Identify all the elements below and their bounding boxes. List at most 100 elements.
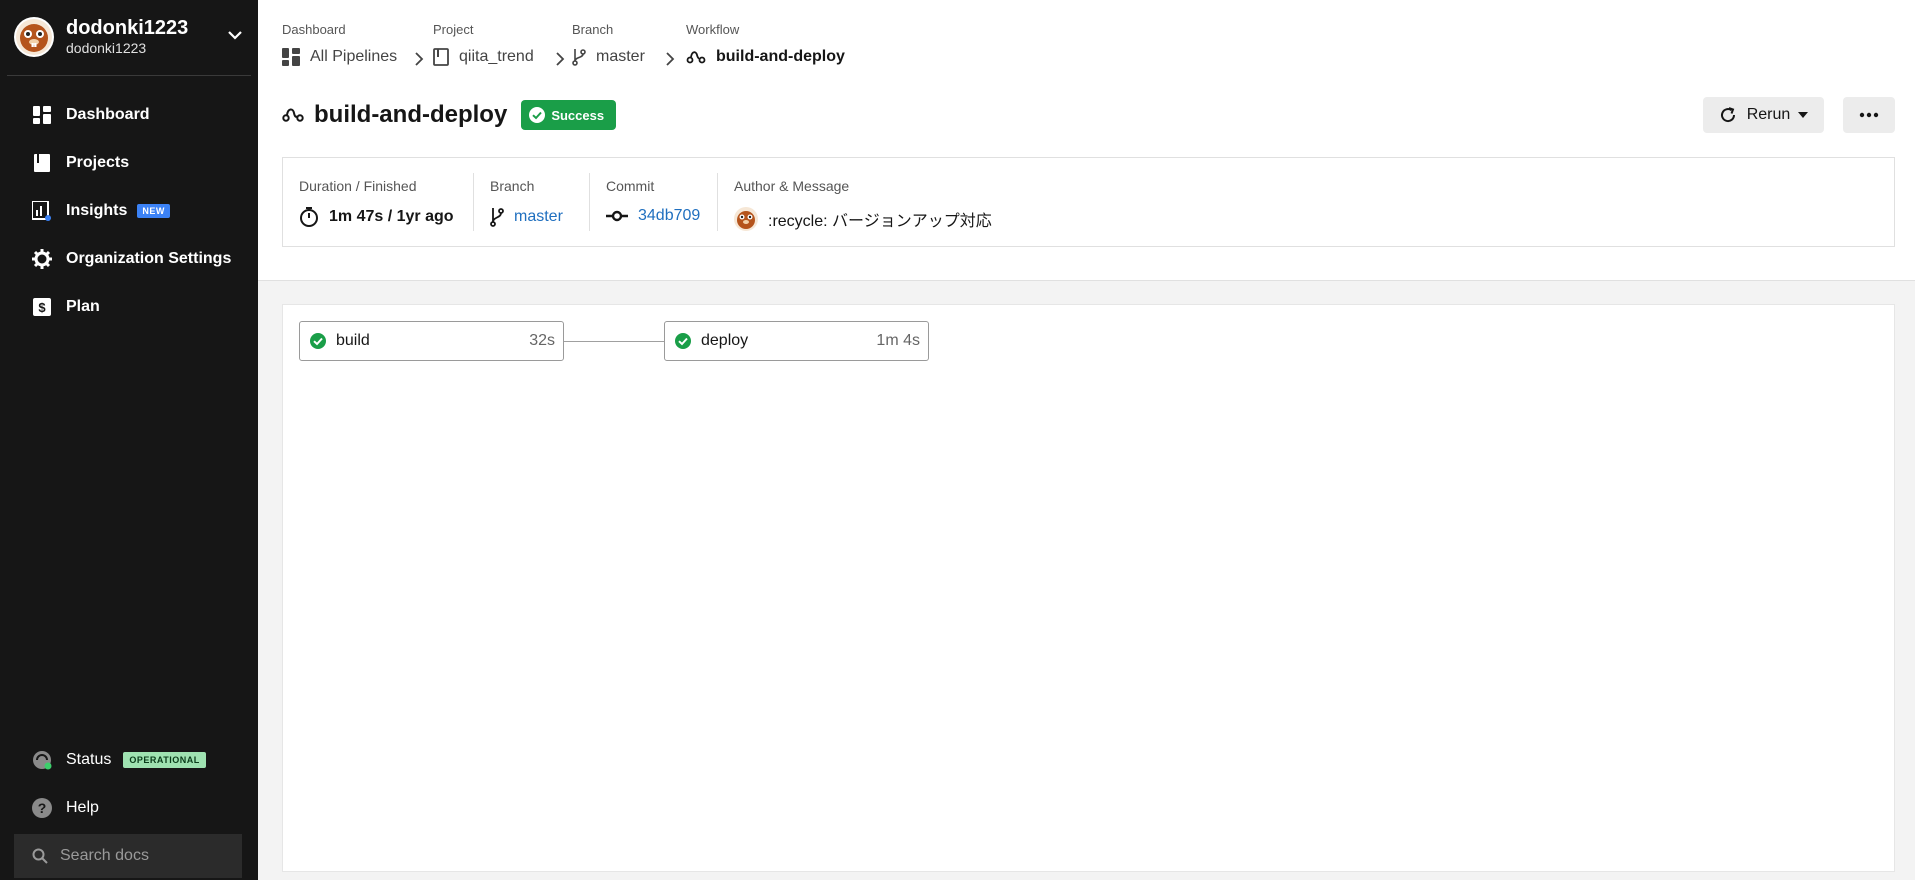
header-divider: [258, 280, 1915, 281]
info-label: Branch: [490, 178, 535, 194]
job-duration: 32s: [529, 332, 555, 349]
title-row: build-and-deploy Success: [282, 100, 617, 130]
info-duration-value: 1m 47s / 1yr ago: [299, 207, 454, 227]
info-label: Author & Message: [734, 178, 850, 194]
breadcrumb-current-workflow: build-and-deploy: [686, 48, 845, 66]
workflow-info-bar: Duration / Finished 1m 47s / 1yr ago Bra…: [282, 157, 1895, 247]
chevron-right-icon: [413, 52, 425, 66]
caret-down-icon: [1798, 112, 1809, 118]
dollar-icon: $: [32, 297, 52, 317]
project-icon: [433, 48, 449, 66]
job-node-build[interactable]: build 32s: [299, 321, 564, 361]
info-label: Duration / Finished: [299, 178, 417, 194]
sidebar-item-organization-settings[interactable]: Organization Settings: [0, 235, 258, 283]
sidebar-item-label: Dashboard: [66, 106, 150, 123]
projects-icon: [32, 153, 52, 173]
ellipsis-icon: [1859, 112, 1879, 118]
commit-link[interactable]: 34db709: [638, 207, 700, 225]
info-commit: Commit 34db709: [589, 173, 700, 231]
gear-icon: [32, 249, 52, 269]
breadcrumb-label: Workflow: [686, 22, 740, 37]
org-name: dodonki1223: [66, 17, 189, 39]
org-switcher[interactable]: dodonki1223 dodonki1223: [14, 16, 244, 58]
sidebar-item-label: Organization Settings: [66, 250, 232, 267]
branch-icon: [572, 48, 586, 66]
search-placeholder: Search docs: [60, 847, 149, 864]
job-connector: [564, 341, 665, 342]
sidebar-item-label: Help: [66, 799, 99, 816]
info-label: Commit: [606, 178, 655, 194]
breadcrumb-link-project[interactable]: qiita_trend: [433, 48, 534, 66]
status-icon: [32, 750, 52, 770]
duration-text: 1m 47s / 1yr ago: [329, 208, 454, 225]
breadcrumb-link-branch[interactable]: master: [572, 48, 645, 66]
status-text: Success: [551, 107, 605, 123]
sidebar-item-help[interactable]: ? Help: [0, 784, 258, 832]
info-duration: Duration / Finished 1m 47s / 1yr ago: [283, 158, 454, 246]
sidebar-item-label: Plan: [66, 298, 100, 315]
check-circle-icon: [310, 333, 326, 349]
svg-text:?: ?: [38, 800, 47, 816]
dashboard-icon: [32, 105, 52, 125]
operational-badge: OPERATIONAL: [123, 752, 206, 768]
new-badge: NEW: [137, 204, 170, 218]
breadcrumb-label: Branch: [572, 22, 614, 37]
sidebar-bottom: Status OPERATIONAL ? Help: [0, 736, 258, 832]
info-author: Author & Message :recycle: バージョンアップ対応: [717, 173, 992, 231]
workflow-graph: build 32s deploy 1m 4s: [282, 304, 1895, 872]
sidebar-nav: Dashboard Projects Insights NEW Organiza…: [0, 91, 258, 331]
workflow-icon: [686, 49, 706, 65]
check-circle-icon: [529, 107, 546, 123]
dashboard-icon: [282, 48, 300, 66]
rerun-button[interactable]: Rerun: [1703, 97, 1824, 133]
insights-icon: [32, 201, 52, 221]
search-icon: [32, 848, 48, 864]
refresh-icon: [1719, 106, 1737, 124]
sidebar-item-label: Status: [66, 751, 112, 768]
breadcrumb-dashboard: Dashboard All Pipelines: [282, 22, 397, 66]
workflow-header: Dashboard All Pipelines Project qiita_tr…: [258, 0, 1915, 280]
sidebar-item-insights[interactable]: Insights NEW: [0, 187, 258, 235]
breadcrumb-label: Project: [433, 22, 474, 37]
workflow-icon: [282, 106, 304, 124]
breadcrumb-value: qiita_trend: [459, 48, 534, 65]
breadcrumb-label: Dashboard: [282, 22, 346, 37]
chevron-down-icon[interactable]: [226, 26, 244, 49]
sidebar-item-projects[interactable]: Projects: [0, 139, 258, 187]
author-avatar: [734, 207, 758, 231]
chevron-right-icon: [554, 52, 566, 66]
svg-text:$: $: [38, 300, 46, 315]
rerun-label: Rerun: [1746, 106, 1791, 123]
breadcrumb-workflow: Workflow build-and-deploy: [686, 22, 845, 66]
info-commit-value: 34db709: [606, 207, 700, 225]
more-options-button[interactable]: [1843, 97, 1895, 133]
job-name: build: [336, 332, 370, 349]
sidebar-item-dashboard[interactable]: Dashboard: [0, 91, 258, 139]
timer-icon: [299, 207, 319, 227]
branch-icon: [490, 207, 504, 227]
help-icon: ?: [32, 798, 52, 818]
status-badge: Success: [521, 100, 617, 130]
commit-icon: [606, 210, 628, 222]
sidebar-divider: [7, 75, 251, 76]
breadcrumb-link-all-pipelines[interactable]: All Pipelines: [282, 48, 397, 66]
breadcrumb-value: All Pipelines: [310, 48, 398, 65]
sidebar-item-status[interactable]: Status OPERATIONAL: [0, 736, 258, 784]
search-docs-input[interactable]: Search docs: [14, 834, 242, 878]
org-avatar: [14, 17, 54, 57]
breadcrumb-project: Project qiita_trend: [433, 22, 534, 66]
breadcrumb-value: master: [596, 48, 645, 65]
check-circle-icon: [675, 333, 691, 349]
page-title: build-and-deploy: [314, 101, 508, 128]
sidebar-item-label: Insights: [66, 202, 128, 219]
beaver-avatar-icon: [16, 19, 52, 55]
info-branch-value: master: [490, 207, 563, 227]
sidebar-item-plan[interactable]: $ Plan: [0, 283, 258, 331]
sidebar-item-label: Projects: [66, 154, 130, 171]
job-node-deploy[interactable]: deploy 1m 4s: [664, 321, 929, 361]
commit-message: :recycle: バージョンアップ対応: [768, 213, 992, 230]
job-duration: 1m 4s: [876, 332, 920, 349]
breadcrumb-value: build-and-deploy: [716, 48, 845, 65]
branch-link[interactable]: master: [514, 208, 563, 226]
chevron-right-icon: [664, 52, 676, 66]
